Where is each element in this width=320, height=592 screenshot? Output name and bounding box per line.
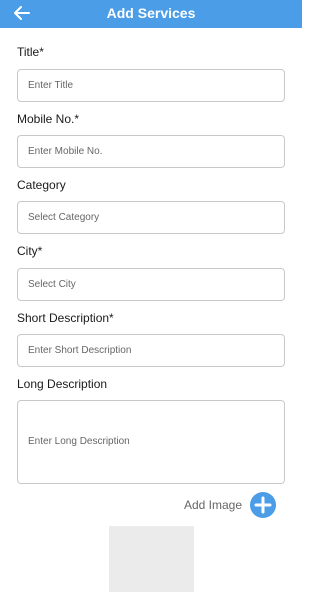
title-field[interactable] — [17, 69, 285, 102]
category-input[interactable] — [28, 212, 284, 223]
add-image-label: Add Image — [183, 498, 242, 512]
city-label: City* — [17, 244, 43, 258]
add-image-row: Add Image — [184, 492, 276, 518]
city-input[interactable] — [28, 279, 284, 290]
city-select[interactable] — [17, 268, 285, 301]
page-title: Add Services — [106, 5, 196, 21]
mobile-input[interactable] — [28, 146, 284, 157]
title-input[interactable] — [28, 80, 284, 91]
long-description-input[interactable] — [28, 435, 284, 449]
image-preview — [109, 526, 194, 592]
plus-circle-icon[interactable] — [250, 492, 276, 518]
short-description-field[interactable] — [17, 334, 285, 367]
long-description-label: Long Description — [17, 377, 108, 391]
category-select[interactable] — [17, 201, 285, 234]
mobile-field[interactable] — [17, 135, 285, 168]
mobile-label: Mobile No.* — [17, 112, 80, 126]
app-bar: Add Services — [0, 0, 302, 28]
short-description-input[interactable] — [28, 345, 284, 356]
short-description-label: Short Description* — [17, 311, 114, 325]
category-label: Category — [17, 178, 66, 192]
long-description-field[interactable] — [17, 400, 285, 484]
title-label: Title* — [17, 45, 44, 59]
